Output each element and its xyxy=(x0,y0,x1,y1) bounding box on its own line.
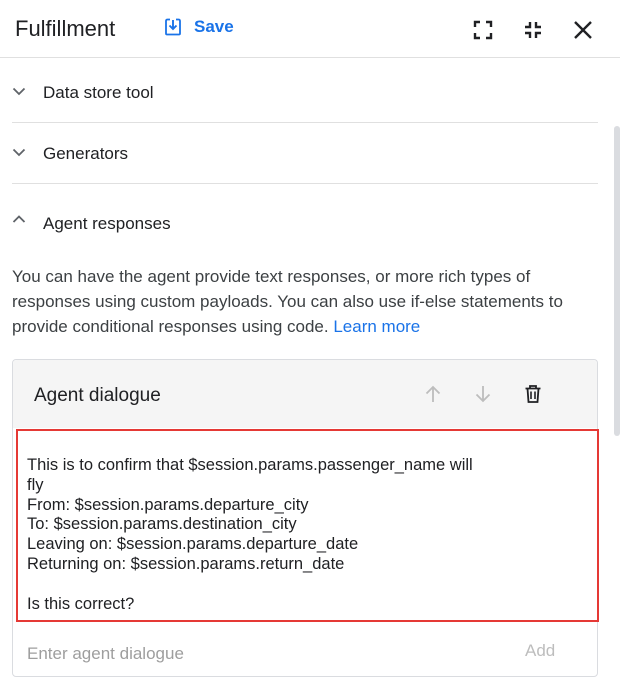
chevron-up-icon xyxy=(12,215,26,223)
add-button[interactable]: Add xyxy=(525,641,555,661)
agent-dialogue-entry[interactable]: This is to confirm that $session.params.… xyxy=(16,429,599,622)
save-icon xyxy=(165,18,181,36)
close-icon[interactable] xyxy=(572,19,594,41)
exit-fullscreen-icon[interactable] xyxy=(522,19,544,41)
save-label: Save xyxy=(194,17,234,36)
chevron-down-icon xyxy=(12,148,26,157)
agent-dialogue-input[interactable] xyxy=(27,644,467,664)
save-button[interactable]: Save xyxy=(163,17,234,37)
agent-dialogue-header: Agent dialogue xyxy=(13,360,597,428)
section-data-store-tool[interactable]: Data store tool xyxy=(12,62,598,123)
agent-responses-description: You can have the agent provide text resp… xyxy=(12,264,598,339)
section-label: Data store tool xyxy=(43,83,154,102)
arrow-up-icon[interactable] xyxy=(422,383,444,405)
learn-more-link[interactable]: Learn more xyxy=(333,317,420,336)
panel-header: Fulfillment Save xyxy=(0,0,620,58)
fullscreen-icon[interactable] xyxy=(472,19,494,41)
agent-dialogue-title: Agent dialogue xyxy=(34,385,161,406)
agent-dialogue-text[interactable]: This is to confirm that $session.params.… xyxy=(27,456,547,614)
description-text: You can have the agent provide text resp… xyxy=(12,267,563,336)
section-label: Agent responses xyxy=(43,214,171,233)
page-title: Fulfillment xyxy=(15,16,116,41)
scrollbar[interactable] xyxy=(614,126,620,436)
section-label: Generators xyxy=(43,144,129,163)
arrow-down-icon[interactable] xyxy=(472,383,494,405)
section-agent-responses[interactable]: Agent responses xyxy=(12,194,598,255)
chevron-down-icon xyxy=(12,87,26,96)
agent-dialogue-input-row: Add xyxy=(13,628,597,676)
section-generators[interactable]: Generators xyxy=(12,123,598,184)
delete-icon[interactable] xyxy=(522,383,544,405)
